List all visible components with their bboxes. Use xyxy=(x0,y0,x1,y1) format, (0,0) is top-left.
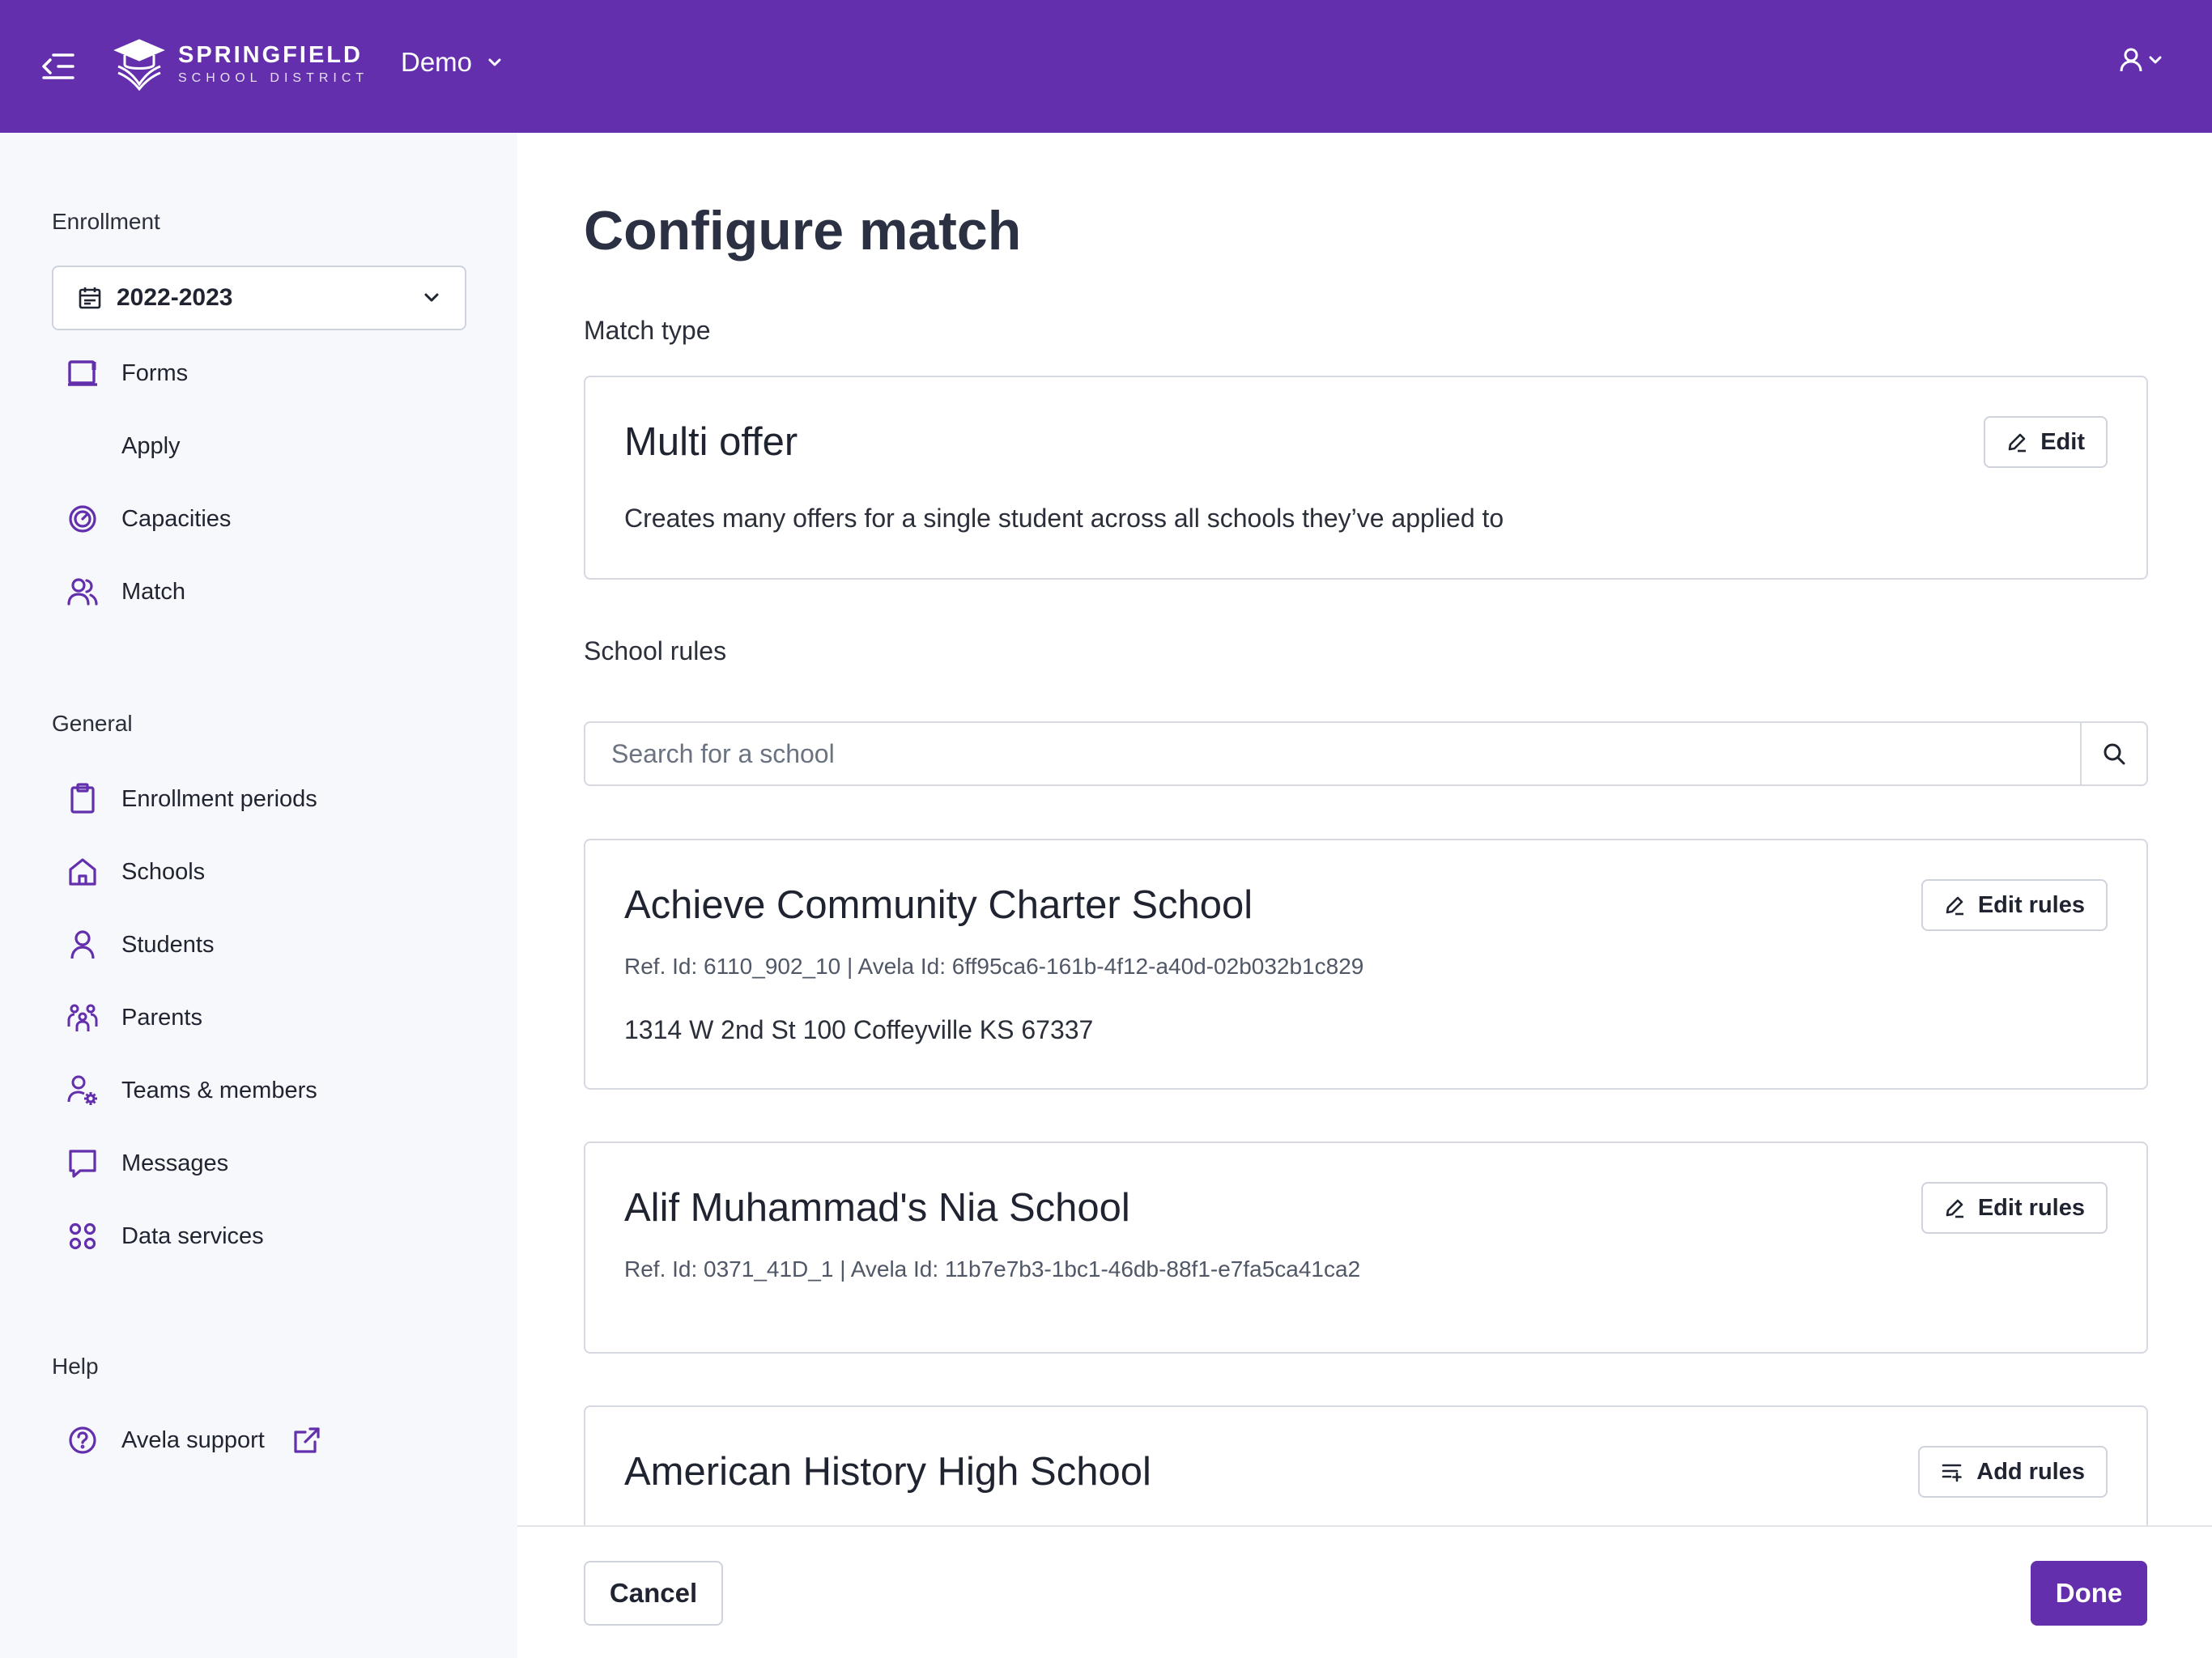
collapse-menu-icon[interactable] xyxy=(40,50,76,83)
add-rules-button[interactable]: Add rules xyxy=(1918,1446,2108,1498)
users-icon xyxy=(63,572,102,611)
match-type-card: Multi offer Creates many offers for a si… xyxy=(584,376,2148,580)
search-input[interactable] xyxy=(585,723,2080,784)
sidebar-item-students[interactable]: Students xyxy=(52,916,466,973)
message-icon xyxy=(63,1144,102,1183)
org-name: Demo xyxy=(401,47,473,77)
user-gear-icon xyxy=(63,1071,102,1110)
sidebar-item-avela-support[interactable]: Avela support xyxy=(52,1412,466,1469)
main-content: Configure match Match type Multi offer C… xyxy=(517,133,2212,1525)
pencil-icon xyxy=(1946,896,1963,916)
sidebar-item-label: Parents xyxy=(121,1004,202,1031)
chevron-down-icon xyxy=(488,58,501,66)
command-icon xyxy=(63,1217,102,1256)
edit-rules-label: Edit rules xyxy=(1977,1194,2085,1221)
done-button[interactable]: Done xyxy=(2031,1561,2147,1626)
cancel-button[interactable]: Cancel xyxy=(584,1561,723,1626)
pencil-icon xyxy=(2008,433,2027,453)
match-type-label: Match type xyxy=(584,316,711,345)
enrollment-heading: Enrollment xyxy=(52,209,160,234)
sidebar-item-label: Teams & members xyxy=(121,1077,317,1103)
sidebar-item-label: Forms xyxy=(121,359,189,386)
sidebar-item-teams-members[interactable]: Teams & members xyxy=(52,1062,466,1119)
sidebar-item-capacities[interactable]: Capacities xyxy=(52,491,466,547)
school-ids: Ref. Id: 0371_41D_1 | Avela Id: 11b7e7b3… xyxy=(624,1256,1361,1282)
search-icon xyxy=(2104,743,2125,765)
sidebar-item-label: Schools xyxy=(121,858,206,885)
edit-rules-button[interactable]: Edit rules xyxy=(1921,1182,2108,1234)
graduation-cap-icon xyxy=(113,39,165,91)
external-link-icon[interactable] xyxy=(292,1426,321,1455)
sidebar-item-label: Data services xyxy=(121,1222,264,1249)
action-footer: Cancel Done xyxy=(517,1525,2212,1658)
sidebar-item-label: Messages xyxy=(121,1150,229,1176)
school-ids: Ref. Id: 6110_902_10 | Avela Id: 6ff95ca… xyxy=(624,954,1364,979)
school-card: American History High School Add rules xyxy=(584,1405,2148,1525)
add-rules-label: Add rules xyxy=(1976,1458,2085,1485)
search-button[interactable] xyxy=(2080,723,2146,784)
school-search xyxy=(584,721,2148,786)
sidebar-item-match[interactable]: Match xyxy=(52,563,466,620)
school-name: Alif Muhammad's Nia School xyxy=(624,1186,1130,1230)
sidebar-item-label: Enrollment periods xyxy=(121,785,317,812)
edit-match-type-button[interactable]: Edit xyxy=(1984,416,2108,468)
page-title: Configure match xyxy=(584,200,1022,261)
school-address: 1314 W 2nd St 100 Coffeyville KS 67337 xyxy=(624,1015,1094,1044)
logo-subtitle: SCHOOL DISTRICT xyxy=(178,70,369,85)
edit-rules-button[interactable]: Edit rules xyxy=(1921,879,2108,931)
match-type-title: Multi offer xyxy=(624,420,798,464)
district-logo[interactable]: SPRINGFIELD SCHOOL DISTRICT xyxy=(113,37,368,91)
home-icon xyxy=(63,852,102,891)
edit-rules-label: Edit rules xyxy=(1977,891,2085,918)
school-rules-label: School rules xyxy=(584,636,727,665)
forms-icon xyxy=(63,354,102,393)
clipboard-icon xyxy=(63,780,102,818)
top-header: SPRINGFIELD SCHOOL DISTRICT Demo xyxy=(0,0,2212,133)
sidebar: Enrollment 2022-2023 Forms Apply Capacit… xyxy=(0,133,517,1658)
org-selector[interactable]: Demo xyxy=(401,47,503,78)
sidebar-item-label: Avela support xyxy=(121,1426,265,1453)
sidebar-item-label: Students xyxy=(121,931,215,958)
chevron-down-icon xyxy=(424,293,439,302)
sidebar-item-apply[interactable]: Apply xyxy=(52,418,466,474)
logo-name: SPRINGFIELD xyxy=(178,41,363,68)
enrollment-year-value: 2022-2023 xyxy=(117,284,233,311)
general-heading: General xyxy=(52,711,133,736)
sidebar-item-enrollment-periods[interactable]: Enrollment periods xyxy=(52,771,466,827)
sidebar-item-label: Apply xyxy=(121,432,181,459)
sidebar-item-data-services[interactable]: Data services xyxy=(52,1208,466,1265)
chevron-down-icon xyxy=(2149,56,2162,64)
school-name: Achieve Community Charter School xyxy=(624,883,1253,927)
sidebar-item-forms[interactable]: Forms xyxy=(52,345,466,402)
match-type-description: Creates many offers for a single student… xyxy=(624,504,1504,533)
help-heading: Help xyxy=(52,1354,99,1379)
edit-button-label: Edit xyxy=(2040,428,2085,455)
sidebar-item-schools[interactable]: Schools xyxy=(52,844,466,900)
user-menu[interactable] xyxy=(2120,47,2163,73)
user-icon xyxy=(2120,48,2142,72)
pencil-icon xyxy=(1946,1199,1963,1218)
sidebar-item-messages[interactable]: Messages xyxy=(52,1135,466,1192)
add-list-icon xyxy=(1942,1464,1963,1482)
enrollment-year-select[interactable]: 2022-2023 xyxy=(52,266,466,330)
sidebar-item-label: Match xyxy=(121,578,185,605)
sidebar-item-parents[interactable]: Parents xyxy=(52,989,466,1046)
school-card: Achieve Community Charter School Ref. Id… xyxy=(584,839,2148,1090)
school-name: American History High School xyxy=(624,1450,1151,1494)
calendar-icon xyxy=(79,287,101,309)
family-icon xyxy=(63,998,102,1037)
school-card: Alif Muhammad's Nia School Ref. Id: 0371… xyxy=(584,1141,2148,1354)
sidebar-item-label: Capacities xyxy=(121,505,232,532)
gauge-icon xyxy=(63,500,102,538)
user-icon xyxy=(63,925,102,964)
help-circle-icon xyxy=(63,1421,102,1460)
